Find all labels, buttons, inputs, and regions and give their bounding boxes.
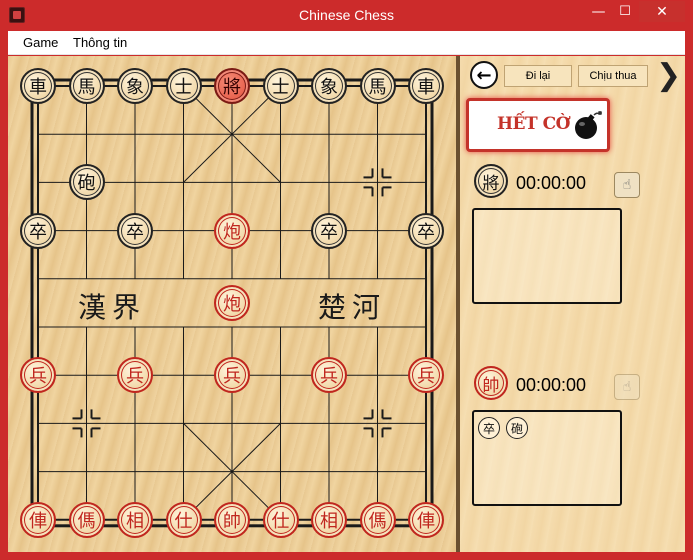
piece-b-elephant-1[interactable]: 象 [117, 68, 153, 104]
piece-b-advisor-2[interactable]: 士 [262, 68, 299, 104]
piece-r-elephant-1[interactable]: 相 [117, 501, 153, 538]
piece-b-horse-2[interactable]: 馬 [359, 68, 396, 104]
application-window: Chinese Chess — ☐ ✕ Game Thông tin 漢界 楚河… [0, 0, 693, 560]
hand-icon[interactable]: ☝ [614, 172, 640, 198]
river-label-han: 漢界 [78, 291, 147, 324]
title-bar[interactable]: Chinese Chess — ☐ ✕ [0, 0, 693, 31]
piece-r-soldier-3[interactable]: 兵 [214, 357, 250, 394]
piece-b-soldier-1[interactable]: 卒 [20, 212, 56, 249]
piece-r-chariot-2[interactable]: 俥 [408, 501, 444, 538]
close-button[interactable]: ✕ [639, 1, 685, 22]
piece-r-horse-1[interactable]: 傌 [68, 501, 105, 538]
resign-button[interactable]: Chịu thua [578, 65, 648, 87]
piece-r-soldier-1[interactable]: 兵 [20, 357, 56, 394]
client-area: 漢界 楚河 車馬象士將士象馬車砲卒卒炮卒卒炮兵兵兵兵兵俥傌相仕帥仕相傌俥 ← Đ… [8, 56, 685, 552]
minimize-button[interactable]: — [585, 1, 612, 22]
river-label-chu: 楚河 [318, 291, 387, 324]
piece-b-elephant-2[interactable]: 象 [311, 68, 347, 104]
piece-b-horse-1[interactable]: 馬 [68, 68, 105, 104]
captured-piece: 砲 [506, 417, 528, 439]
chevron-right-icon[interactable]: ❯ [656, 58, 681, 93]
piece-r-general[interactable]: 帥 [214, 501, 250, 538]
piece-b-chariot-1[interactable]: 車 [20, 68, 56, 104]
piece-b-chariot-2[interactable]: 車 [408, 68, 444, 104]
piece-r-soldier-4[interactable]: 兵 [311, 357, 347, 394]
captured-piece: 卒 [478, 417, 500, 439]
piece-b-soldier-2[interactable]: 卒 [117, 212, 153, 249]
piece-r-soldier-2[interactable]: 兵 [117, 357, 153, 394]
top-player-piece: 將 [474, 164, 508, 198]
menu-game[interactable]: Game [23, 35, 58, 50]
piece-b-cannon[interactable]: 砲 [68, 164, 105, 201]
piece-b-general[interactable]: 將 [214, 68, 250, 104]
piece-b-advisor-1[interactable]: 士 [165, 68, 202, 104]
piece-r-cannon-2[interactable]: 炮 [214, 284, 250, 321]
bottom-captured-box: 卒砲 [472, 410, 622, 506]
chess-board[interactable]: 漢界 楚河 車馬象士將士象馬車砲卒卒炮卒卒炮兵兵兵兵兵俥傌相仕帥仕相傌俥 [8, 56, 456, 552]
menu-info[interactable]: Thông tin [73, 35, 127, 50]
game-over-banner: HẾT CỜ [466, 98, 610, 152]
top-captured-box [472, 208, 622, 304]
top-player-timer: 00:00:00 [516, 173, 587, 193]
piece-r-horse-2[interactable]: 傌 [359, 501, 396, 538]
piece-r-elephant-2[interactable]: 相 [311, 501, 347, 538]
bottom-player-timer: 00:00:00 [516, 375, 587, 395]
menu-bar: Game Thông tin [8, 31, 685, 55]
piece-r-advisor-2[interactable]: 仕 [262, 501, 299, 538]
undo-button[interactable]: Đi lại [504, 65, 572, 87]
hand-icon[interactable]: ☝ [614, 374, 640, 400]
piece-r-soldier-5[interactable]: 兵 [408, 357, 444, 394]
bottom-player-piece: 帥 [474, 366, 508, 400]
piece-r-chariot-1[interactable]: 俥 [20, 501, 56, 538]
maximize-button[interactable]: ☐ [612, 1, 638, 22]
piece-r-cannon-1[interactable]: 炮 [214, 212, 250, 249]
bomb-icon [575, 111, 602, 139]
arrow-left-circle-icon[interactable]: ← [470, 61, 498, 89]
game-over-text: HẾT CỜ [497, 114, 570, 134]
piece-b-soldier-3[interactable]: 卒 [311, 212, 347, 249]
side-panel: ← Đi lại Chịu thua ❯ HẾT CỜ 將 00:00:00 ☝… [460, 56, 685, 552]
piece-r-advisor-1[interactable]: 仕 [165, 501, 202, 538]
piece-b-soldier-4[interactable]: 卒 [408, 212, 444, 249]
